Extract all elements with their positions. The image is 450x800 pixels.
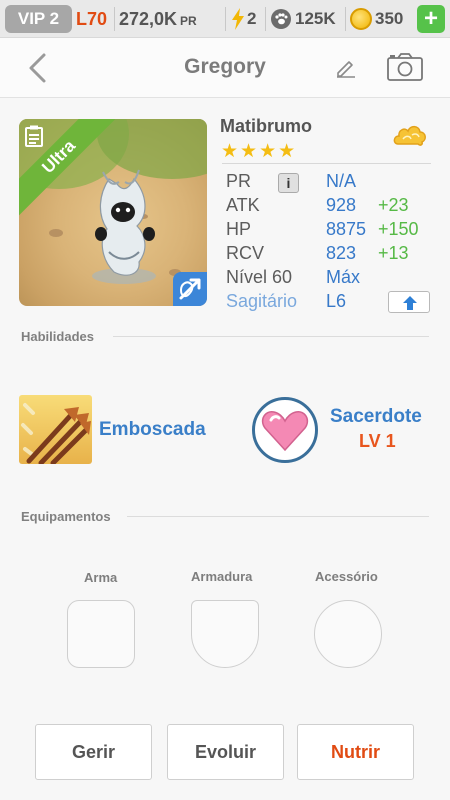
gold-counter[interactable]: 350 — [350, 5, 403, 33]
leader-skill-name[interactable]: Sacerdote — [330, 406, 422, 428]
stat-hp-bonus: +150 — [378, 219, 419, 239]
stat-atk-label: ATK — [226, 195, 260, 215]
manage-button[interactable]: Gerir — [35, 724, 152, 780]
power-rating-unit: PR — [180, 13, 197, 28]
armor-slot[interactable] — [191, 600, 259, 668]
weapon-slot[interactable] — [67, 600, 135, 668]
active-skill-name[interactable]: Emboscada — [99, 419, 206, 441]
divider — [265, 7, 266, 31]
constellation-value: L6 — [326, 291, 347, 311]
accessory-slot-label: Acessório — [315, 569, 378, 584]
power-rating: 272,0K PR — [119, 5, 197, 33]
section-divider — [127, 516, 429, 517]
stat-rcv-value: 823 — [326, 243, 357, 263]
weapon-slot-label: Arma — [84, 570, 118, 585]
info-icon[interactable]: i — [278, 173, 299, 193]
stat-rcv-bonus: +13 — [378, 243, 409, 263]
paw-counter[interactable]: 125K — [271, 5, 336, 33]
power-rating-value: 272,0K — [119, 8, 178, 29]
feed-button[interactable]: Nutrir — [297, 724, 414, 780]
page-title: Gregory — [184, 55, 266, 78]
page-header: Gregory — [0, 38, 450, 98]
triple-arrow-icon — [21, 403, 91, 466]
stat-rcv-label: RCV — [226, 243, 265, 263]
notes-icon[interactable] — [24, 125, 44, 147]
gold-value: 350 — [375, 9, 404, 28]
name-divider — [222, 163, 431, 164]
equipment-section-title: Equipamentos — [21, 509, 111, 524]
stat-level-label: Nível 60 — [226, 267, 293, 287]
stat-pr-label: PR — [226, 171, 252, 191]
stat-hp-value: 8875 — [326, 219, 367, 239]
constellation-label[interactable]: Sagitário — [226, 291, 297, 312]
monster-sprite-icon — [92, 169, 156, 284]
star-rating: ★★★★ — [221, 141, 298, 162]
stat-atk-value: 928 — [326, 195, 357, 215]
stat-hp-label: HP — [226, 219, 252, 239]
skills-section-title: Habilidades — [21, 329, 94, 344]
stat-level-value: Máx — [326, 267, 361, 287]
divider — [345, 7, 346, 31]
divider — [225, 7, 226, 31]
leader-skill-icon[interactable] — [252, 397, 318, 463]
heart-icon — [261, 411, 309, 452]
element-badge — [173, 272, 207, 306]
evolve-button[interactable]: Evoluir — [167, 724, 284, 780]
energy-value: 2 — [247, 9, 257, 28]
leader-skill-level: LV 1 — [359, 431, 396, 451]
stat-pr-value: N/A — [326, 171, 357, 191]
bow-arrow-icon — [179, 278, 201, 300]
armor-slot-label: Armadura — [191, 569, 253, 584]
status-bar: VIP 2 L70 272,0K PR 2 125K 350 + — [0, 0, 450, 38]
paw-icon — [271, 9, 291, 29]
portrait-pebble — [49, 229, 63, 237]
stat-atk-bonus: +23 — [378, 195, 409, 215]
accessory-slot[interactable] — [314, 600, 382, 668]
section-divider — [113, 336, 429, 337]
cloud-element-icon[interactable] — [392, 122, 428, 148]
divider — [114, 7, 115, 31]
energy-counter[interactable]: 2 — [231, 5, 256, 33]
player-level: L70 — [76, 8, 108, 29]
add-currency-button[interactable]: + — [417, 5, 445, 33]
paw-value: 125K — [295, 9, 336, 28]
camera-icon[interactable] — [386, 52, 424, 82]
monster-portrait[interactable]: Ultra — [19, 119, 207, 306]
monster-name: Matibrumo — [220, 116, 312, 136]
active-skill-icon[interactable] — [19, 395, 92, 466]
upgrade-constellation-button[interactable] — [388, 291, 430, 313]
lightning-icon — [232, 8, 244, 30]
vip-badge[interactable]: VIP 2 — [5, 5, 72, 33]
up-arrow-icon — [403, 296, 417, 310]
coin-icon — [350, 8, 372, 30]
edit-pencil-icon[interactable] — [334, 55, 358, 79]
